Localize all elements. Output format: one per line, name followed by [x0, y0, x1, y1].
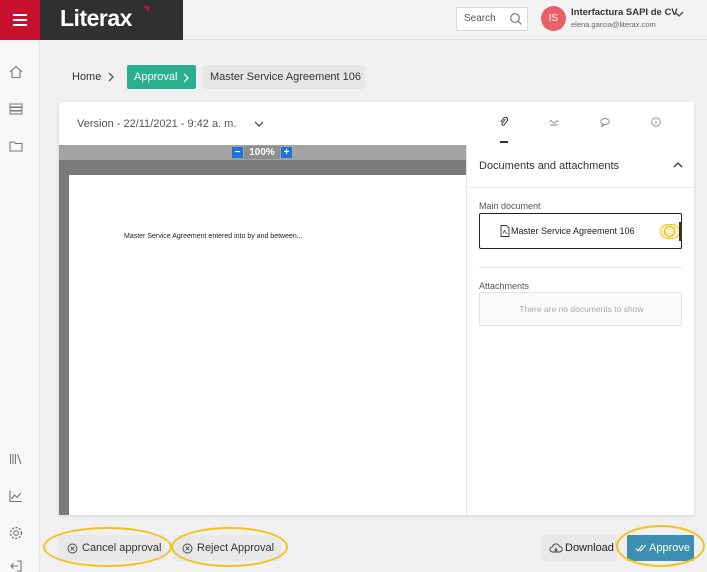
gear-icon[interactable] [8, 525, 24, 541]
main-document-label: Main document [479, 201, 541, 211]
divider [467, 187, 695, 188]
chart-icon[interactable] [8, 488, 24, 504]
breadcrumb-document: Master Service Agreement 106 [203, 65, 365, 89]
zoom-in-button[interactable]: + [281, 147, 292, 158]
document-viewer[interactable]: − 100% + Master Service Agreement entere… [59, 145, 466, 515]
user-name[interactable]: Interfactura SAPI de CV [571, 7, 678, 18]
document-page-text: Master Service Agreement entered into by… [124, 233, 303, 240]
attachments-panel: Documents and attachments Main document … [466, 145, 695, 515]
cancel-approval-button[interactable]: Cancel approval [58, 535, 165, 561]
download-button[interactable]: Download [541, 535, 617, 561]
sidebar [0, 40, 40, 572]
main-document-name: Master Service Agreement 106 [511, 226, 635, 236]
chevron-right-icon [183, 73, 189, 83]
zoom-level: 100% [244, 146, 280, 159]
panel-title: Documents and attachments [479, 160, 620, 172]
zoom-out-button[interactable]: − [232, 147, 243, 158]
viewer-toolbar: − 100% + [59, 145, 466, 160]
search-input[interactable]: Search [456, 7, 528, 31]
scroll-handle[interactable] [679, 222, 682, 241]
chevron-right-icon [108, 72, 114, 82]
logo[interactable]: Literax [40, 0, 183, 40]
attachments-empty-state: There are no documents to show [479, 292, 682, 326]
documents-list-icon[interactable] [8, 101, 24, 117]
search-placeholder: Search [464, 13, 496, 24]
close-circle-icon [182, 543, 193, 553]
user-email: elena.garcia@literax.com [571, 20, 656, 29]
attachments-label: Attachments [479, 281, 530, 291]
home-icon[interactable] [8, 64, 24, 80]
chevron-down-icon[interactable] [673, 9, 685, 19]
breadcrumb-home[interactable]: Home [72, 71, 101, 83]
cancel-approval-label: Cancel approval [82, 542, 162, 554]
approve-label: Approve [649, 542, 690, 554]
approve-button[interactable]: Approve [627, 535, 694, 561]
avatar[interactable]: IS [541, 6, 566, 31]
cloud-download-icon [549, 542, 563, 552]
folder-icon[interactable] [8, 138, 24, 154]
chevron-up-icon[interactable] [672, 160, 684, 170]
logo-accent-icon [143, 6, 149, 12]
signature-icon[interactable] [548, 116, 560, 128]
divider [479, 267, 682, 268]
search-icon[interactable] [509, 12, 523, 26]
logout-icon[interactable] [8, 558, 24, 572]
top-bar: Literax Search IS Interfactura SAPI de C… [0, 0, 707, 40]
toggle-knob [664, 226, 675, 237]
active-tab-indicator [500, 141, 508, 143]
breadcrumb-approval-label: Approval [134, 71, 178, 83]
reject-approval-label: Reject Approval [197, 542, 275, 554]
close-circle-icon [67, 543, 78, 553]
info-icon[interactable] [650, 116, 662, 128]
download-label: Download [565, 542, 614, 554]
breadcrumb-approval[interactable]: Approval [127, 65, 196, 89]
version-selector[interactable]: Version - 22/11/2021 - 9:42 a. m. [77, 118, 236, 130]
hamburger-icon [13, 14, 27, 16]
main-document-item[interactable]: Master Service Agreement 106 [479, 213, 682, 249]
logo-text: Literax [60, 5, 132, 31]
comments-icon[interactable] [599, 116, 611, 128]
reject-approval-button[interactable]: Reject Approval [173, 535, 282, 561]
document-card: Version - 22/11/2021 - 9:42 a. m. − 100%… [59, 102, 695, 515]
attachments-empty-text: There are no documents to show [519, 304, 644, 314]
paperclip-icon[interactable] [498, 116, 510, 128]
library-icon[interactable] [8, 451, 24, 467]
pdf-file-icon [500, 225, 510, 237]
document-page: Master Service Agreement entered into by… [69, 175, 466, 515]
double-check-icon [635, 544, 647, 552]
chevron-down-icon[interactable] [253, 119, 265, 129]
menu-button[interactable] [0, 0, 40, 40]
